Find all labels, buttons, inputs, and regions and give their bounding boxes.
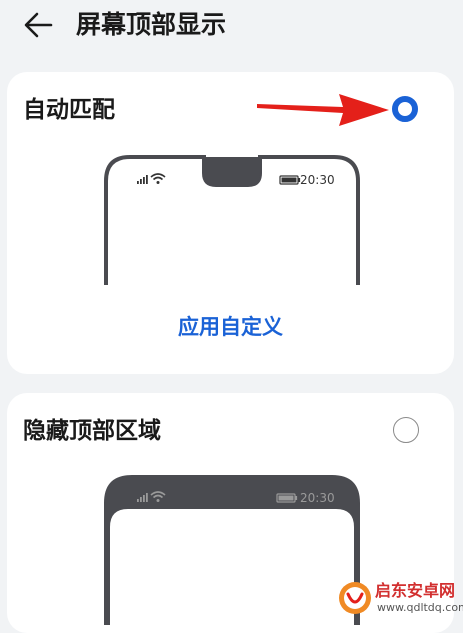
signal-icon: [137, 175, 148, 184]
option-card-auto-match[interactable]: 自动匹配 20:30 应用自定义: [7, 72, 454, 374]
radio-auto-match[interactable]: [392, 96, 418, 122]
wifi-icon: [150, 173, 166, 184]
red-arrow-annotation: [257, 94, 389, 126]
watermark-title: 启东安卓网: [375, 581, 456, 600]
back-button[interactable]: [22, 8, 56, 42]
option-label-auto-match: 自动匹配: [23, 97, 115, 123]
watermark-logo-icon: [339, 582, 371, 614]
apply-custom-link[interactable]: 应用自定义: [7, 312, 454, 342]
phone-preview-notch: 20:30: [104, 155, 360, 285]
top-bar: 屏幕顶部显示: [0, 0, 463, 50]
option-label-hide-top: 隐藏顶部区域: [23, 418, 161, 444]
status-time: 20:30: [300, 173, 335, 187]
watermark-url: www.qdltdq.com: [377, 601, 463, 614]
phone-preview-hidden-top: 20:30: [104, 475, 360, 625]
battery-icon: [279, 175, 301, 185]
page-title: 屏幕顶部显示: [76, 10, 227, 39]
radio-hide-top[interactable]: [393, 417, 419, 443]
status-time: 20:30: [300, 491, 335, 505]
watermark: 启东安卓网 www.qdltdq.com: [337, 578, 463, 620]
back-arrow-icon: [24, 12, 53, 38]
